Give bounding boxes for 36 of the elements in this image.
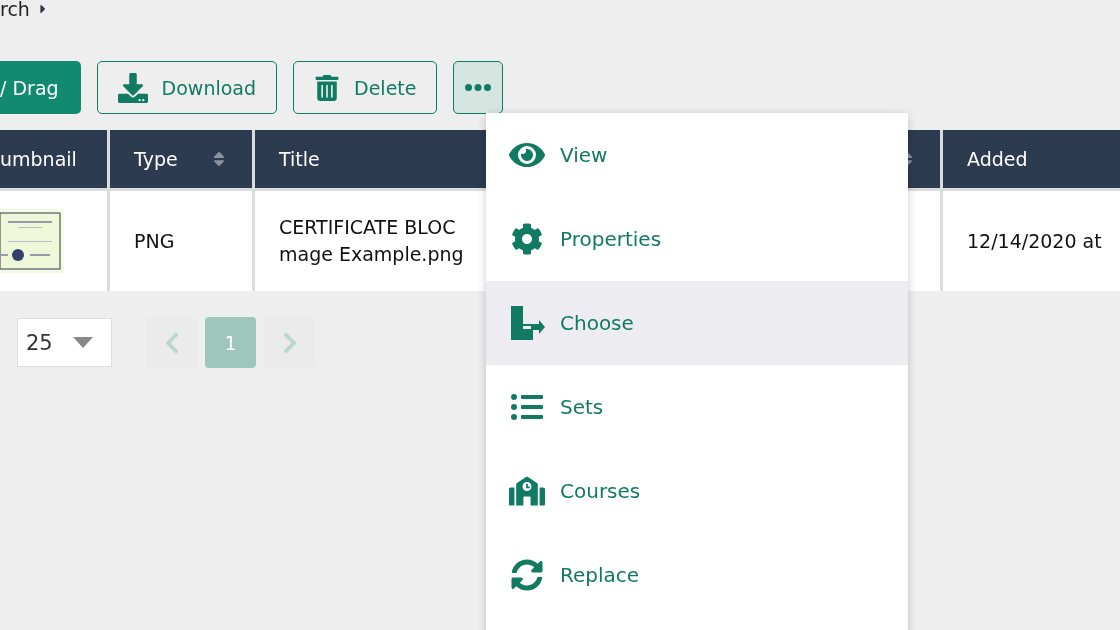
menu-item-label: Courses [560,479,641,503]
download-icon [117,72,148,103]
column-header[interactable]: Added [943,130,1120,188]
menu-item-label: Choose [560,311,634,335]
drag-button[interactable]: / Drag [0,61,81,114]
menu-item[interactable]: Sets [486,365,908,449]
caret-down-icon [73,337,93,348]
toolbar-button[interactable]: Download [96,61,278,114]
column-label: umbnail [0,148,77,170]
menu-item[interactable]: Courses [486,449,908,533]
column-label: Type [134,148,178,170]
menu-item-label: Properties [560,227,662,251]
breadcrumb-link[interactable]: rch [0,0,30,20]
menu-item[interactable]: Choose [486,281,908,365]
page-size-select[interactable]: 25 [17,318,112,367]
gear-icon [511,223,543,255]
column-header[interactable]: Type [110,130,252,188]
table-cell-text: 12/14/2020 at [967,230,1102,252]
file-title: CERTIFICATE BLOC mage Example.png [279,215,464,267]
toolbar-button[interactable]: Delete [293,61,438,114]
trash-icon [314,74,341,101]
ellipsis-icon [465,84,492,91]
menu-item[interactable]: Properties [486,197,908,281]
menu-item[interactable]: Replace [486,533,908,617]
menu-item-label: Sets [560,395,604,419]
menu-item[interactable]: View [486,113,908,197]
document-arrow-icon [509,306,545,340]
list-icon [511,391,543,423]
refresh-icon [511,559,543,591]
column-label: Title [279,148,320,170]
menu-item-label: View [560,143,608,167]
more-button[interactable] [453,61,504,114]
menu-item-label: Replace [560,563,640,587]
column-label: Added [967,148,1028,170]
table-cell-text: PNG [134,230,175,252]
column-header[interactable]: umbnail [0,130,107,188]
